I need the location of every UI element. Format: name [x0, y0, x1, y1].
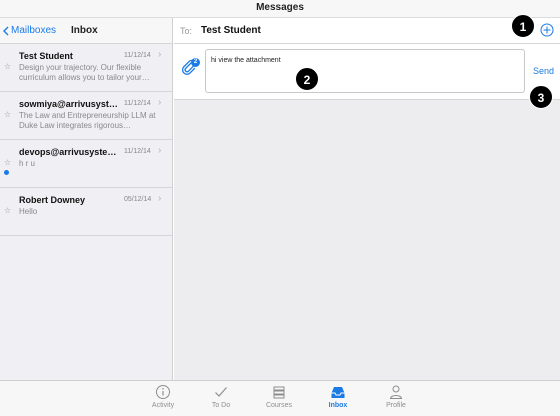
message-date: 05/12/14: [124, 196, 152, 203]
callout-marker: 3: [529, 85, 553, 109]
message-preview: The Law and Entrepreneurship LLM at Duke…: [19, 111, 156, 130]
info-circle-icon: [156, 385, 170, 399]
message-list: ☆ Test Student 11/12/14 › Design your tr…: [0, 44, 172, 236]
star-icon[interactable]: ☆: [4, 110, 11, 119]
callout-marker: 2: [295, 67, 319, 91]
chevron-right-icon: ›: [158, 145, 162, 156]
inbox-tray-icon: [331, 387, 345, 398]
message-row[interactable]: ☆ devops@arrivusyste… 11/12/14 › h r u: [0, 140, 172, 188]
message-sender: Robert Downey: [19, 195, 86, 205]
star-icon[interactable]: ☆: [4, 158, 11, 167]
tab-todo[interactable]: To Do: [201, 384, 241, 409]
chevron-right-icon: ›: [158, 193, 162, 204]
tab-label: Courses: [265, 402, 293, 409]
tab-bar: Activity To Do Courses Inbox Profile: [0, 380, 560, 416]
message-sender: Test Student: [19, 51, 73, 61]
tab-label: Activity: [151, 402, 175, 409]
chevron-left-icon: [3, 26, 9, 36]
tab-label: Inbox: [328, 402, 348, 409]
message-date: 11/12/14: [124, 100, 151, 107]
message-preview: h r u: [19, 159, 36, 168]
person-icon: [389, 385, 403, 399]
message-body-input[interactable]: hi view the attachment: [205, 49, 525, 93]
callout-marker: 1: [511, 14, 535, 38]
message-sender: sowmiya@arrivusyst…: [19, 99, 118, 109]
checkmark-icon: [215, 387, 227, 397]
message-row[interactable]: ☆ sowmiya@arrivusyst… 11/12/14 › The Law…: [0, 92, 172, 140]
message-date: 11/12/14: [124, 148, 151, 155]
message-row[interactable]: ☆ Robert Downey 05/12/14 › Hello: [0, 188, 172, 236]
message-date: 11/12/14: [124, 52, 151, 59]
compose-area: 2 hi view the attachment Send: [174, 44, 560, 100]
conversation-pane: To: Test Student 2 hi view the attachmen…: [174, 18, 560, 380]
add-recipient-icon[interactable]: [540, 23, 554, 37]
tab-label: To Do: [211, 402, 231, 409]
tab-profile[interactable]: Profile: [376, 384, 416, 409]
books-icon: [273, 386, 285, 399]
back-to-mailboxes-button[interactable]: Mailboxes: [3, 18, 56, 44]
chevron-right-icon: ›: [158, 49, 162, 60]
tab-courses[interactable]: Courses: [259, 384, 299, 409]
tab-label: Profile: [386, 402, 406, 409]
chevron-right-icon: ›: [158, 97, 162, 108]
inbox-title: Inbox: [71, 25, 98, 36]
message-preview: Design your trajectory. Our flexible cur…: [19, 63, 150, 82]
attachment-count-badge: 2: [191, 58, 200, 67]
recipient-name[interactable]: Test Student: [201, 25, 261, 36]
message-sender: devops@arrivusyste…: [19, 147, 117, 157]
recipient-bar: To: Test Student: [174, 18, 560, 44]
to-label: To:: [180, 26, 193, 36]
mailbox-pane: Mailboxes Inbox ☆ Test Student 11/12/14 …: [0, 18, 173, 380]
send-button[interactable]: Send: [533, 66, 554, 76]
message-row[interactable]: ☆ Test Student 11/12/14 › Design your tr…: [0, 44, 172, 92]
star-icon[interactable]: ☆: [4, 206, 11, 215]
mailbox-header: Mailboxes Inbox: [0, 18, 172, 44]
window-title: Messages: [0, 0, 560, 18]
tab-inbox[interactable]: Inbox: [318, 384, 358, 409]
unread-indicator: [4, 170, 9, 175]
star-icon[interactable]: ☆: [4, 62, 11, 71]
message-preview: Hello: [19, 207, 38, 216]
back-label: Mailboxes: [11, 25, 57, 36]
tab-activity[interactable]: Activity: [143, 384, 183, 409]
